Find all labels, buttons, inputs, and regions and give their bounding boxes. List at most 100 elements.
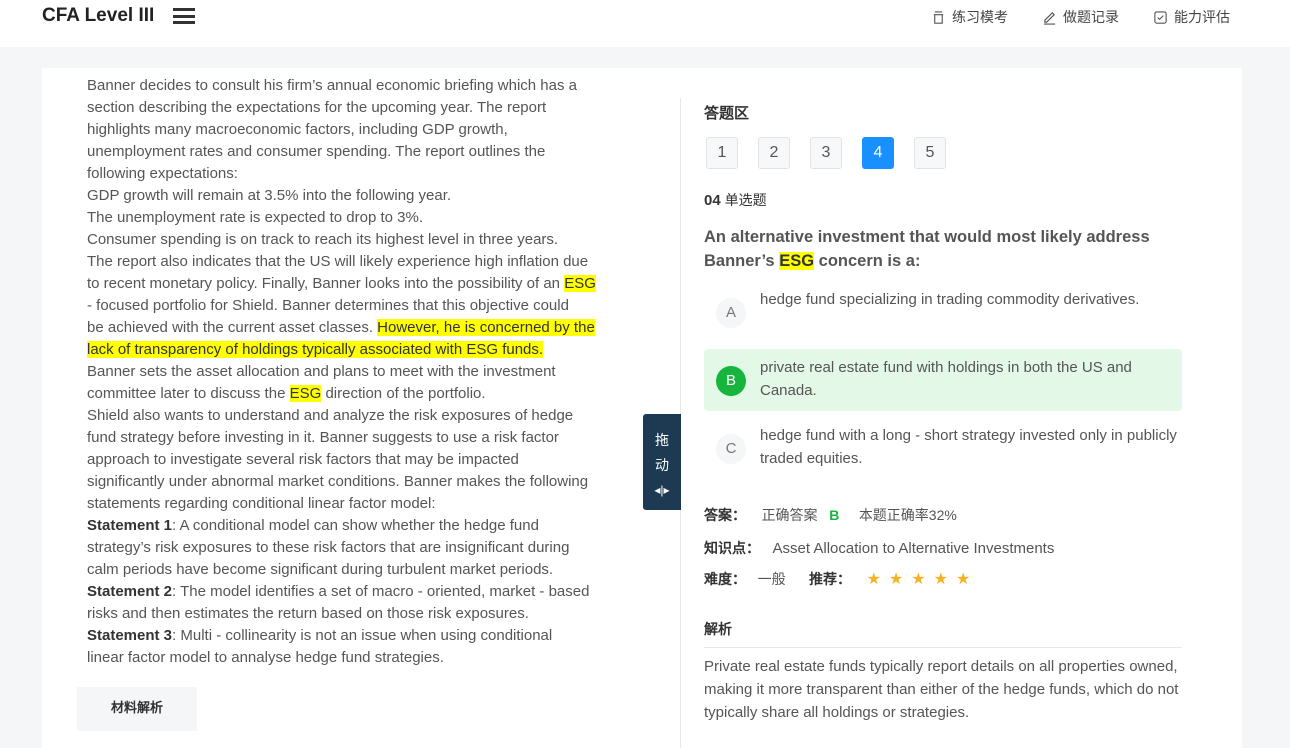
difficulty-label: 难度： bbox=[704, 571, 746, 587]
passage-line: statements regarding conditional linear … bbox=[87, 493, 642, 515]
question-number-button[interactable]: 5 bbox=[914, 137, 946, 169]
answer-section-title: 答题区 bbox=[704, 105, 750, 122]
option-text: private real estate fund with holdings i… bbox=[760, 359, 1132, 399]
highlight: However, he is concerned by the bbox=[377, 319, 595, 336]
nav-practice-exam[interactable]: 练习模考 bbox=[931, 7, 1008, 27]
difficulty-row: 难度： 一般 推荐： ★ ★ ★ ★ ★ bbox=[704, 569, 978, 589]
star-icon: ★ bbox=[955, 571, 971, 588]
nav-records[interactable]: 做题记录 bbox=[1042, 7, 1119, 27]
passage-line: The unemployment rate is expected to dro… bbox=[87, 207, 642, 229]
analysis-text: Private real estate funds typically repo… bbox=[704, 658, 1179, 721]
star-icon: ★ bbox=[866, 571, 881, 588]
passage-segment: following expectations: bbox=[87, 165, 238, 182]
option-c[interactable]: Chedge fund with a long - short strategy… bbox=[704, 417, 1182, 479]
passage-line: highlights many macroeconomic factors, i… bbox=[87, 119, 642, 141]
passage-line: approach to investigate several risk fac… bbox=[87, 449, 642, 471]
highlight: ESG bbox=[289, 385, 322, 402]
passage-line: fund strategy before investing in it. Ba… bbox=[87, 427, 642, 449]
passage-line: Banner decides to consult his firm’s ann… bbox=[87, 75, 642, 97]
passage-segment: committee later to discuss the bbox=[87, 385, 290, 402]
pencil-icon bbox=[1043, 11, 1056, 25]
passage-segment: unemployment rates and consumer spending… bbox=[87, 143, 546, 160]
passage-segment: be achieved with the current asset class… bbox=[87, 319, 378, 336]
passage-line: following expectations: bbox=[87, 163, 642, 185]
material-analysis-button[interactable]: 材料解析 bbox=[77, 687, 197, 731]
passage-line: risks and then estimates the return base… bbox=[87, 603, 642, 625]
nav-label: 练习模考 bbox=[952, 9, 1008, 25]
passage-segment: The unemployment rate is expected to dro… bbox=[87, 209, 424, 226]
option-text: hedge fund with a long - short strategy … bbox=[760, 427, 1177, 467]
passage-segment: : Multi - collinearity is not an issue w… bbox=[172, 627, 553, 644]
nav-assessment[interactable]: 能力评估 bbox=[1153, 7, 1230, 27]
cup-icon bbox=[933, 10, 944, 24]
question-highlight: ESG bbox=[779, 252, 815, 270]
option-a[interactable]: Ahedge fund specializing in trading comm… bbox=[704, 281, 1182, 343]
answer-row: 答案： 正确答案 B 本题正确率32% bbox=[704, 505, 957, 525]
passage-text: Banner decides to consult his firm’s ann… bbox=[87, 75, 642, 669]
question-number-button[interactable]: 3 bbox=[810, 137, 842, 169]
passage-line: GDP growth will remain at 3.5% into the … bbox=[87, 185, 642, 207]
passage-segment: statements regarding conditional linear … bbox=[87, 495, 436, 512]
resize-arrows-icon: ◂|▸ bbox=[654, 483, 670, 497]
app-title: CFA Level III bbox=[42, 5, 155, 26]
recommend-stars: ★ ★ ★ ★ ★ bbox=[866, 571, 979, 588]
question-number-button[interactable]: 4 bbox=[862, 137, 894, 169]
nav-label: 能力评估 bbox=[1174, 9, 1230, 25]
question-part: An alternative investment that would mos… bbox=[704, 228, 1150, 270]
knowledge-label: 知识点： bbox=[704, 540, 760, 556]
passage-segment: Consumer spending is on track to reach i… bbox=[87, 231, 559, 248]
answer-label: 答案： bbox=[704, 507, 746, 523]
passage-segment: : The model identifies a set of macro - … bbox=[172, 583, 590, 600]
analysis-title: 解析 bbox=[704, 619, 1182, 648]
drag-label: 拖 bbox=[655, 432, 669, 448]
passage-segment: fund strategy before investing in it. Ba… bbox=[87, 429, 559, 446]
passage-line: calm periods have become significant dur… bbox=[87, 559, 642, 581]
passage-line: Consumer spending is on track to reach i… bbox=[87, 229, 642, 251]
passage-line: Statement 1: A conditional model can sho… bbox=[87, 515, 642, 537]
passage-segment: Banner sets the asset allocation and pla… bbox=[87, 363, 556, 380]
option-text: hedge fund specializing in trading commo… bbox=[760, 291, 1140, 308]
passage-line: - focused portfolio for Shield. Banner d… bbox=[87, 295, 642, 317]
hamburger-menu-icon[interactable] bbox=[173, 8, 195, 24]
nav-label: 做题记录 bbox=[1063, 9, 1119, 25]
passage-segment: approach to investigate several risk fac… bbox=[87, 451, 519, 468]
passage-line: The report also indicates that the US wi… bbox=[87, 251, 642, 273]
passage-line: significantly under abnormal market cond… bbox=[87, 471, 642, 493]
star-icon: ★ bbox=[933, 571, 948, 588]
top-bar: CFA Level III 练习模考 做题记录 能力评估 bbox=[0, 0, 1290, 47]
passage-line: committee later to discuss the ESG direc… bbox=[87, 383, 642, 405]
difficulty-value: 一般 bbox=[757, 571, 786, 587]
passage-segment: section describing the expectations for … bbox=[87, 99, 547, 116]
question-type: 04 单选题 bbox=[704, 190, 767, 210]
star-icon: ★ bbox=[888, 571, 904, 588]
correct-answer: B bbox=[829, 507, 840, 523]
question-number-button[interactable]: 1 bbox=[706, 137, 738, 169]
passage-segment: : A conditional model can show whether t… bbox=[172, 517, 539, 534]
passage-segment: - focused portfolio for Shield. Banner d… bbox=[87, 297, 569, 314]
recommend-label: 推荐： bbox=[809, 571, 852, 587]
passage-line: Statement 2: The model identifies a set … bbox=[87, 581, 642, 603]
passage-line: Banner sets the asset allocation and pla… bbox=[87, 361, 642, 383]
passage-segment: highlights many macroeconomic factors, i… bbox=[87, 121, 508, 138]
passage-line: be achieved with the current asset class… bbox=[87, 317, 642, 339]
option-b[interactable]: Bprivate real estate fund with holdings … bbox=[704, 349, 1182, 411]
passage-line: unemployment rates and consumer spending… bbox=[87, 141, 642, 163]
passage-line: strategy’s risk exposures to these risk … bbox=[87, 537, 642, 559]
question-part: concern is a: bbox=[814, 252, 921, 270]
passage-segment: significantly under abnormal market cond… bbox=[87, 473, 589, 490]
correct-answer-label: 正确答案 bbox=[761, 507, 818, 523]
passage-segment: linear factor model to annalyse hedge fu… bbox=[87, 649, 444, 666]
star-icon: ★ bbox=[911, 571, 926, 588]
question-number-button[interactable]: 2 bbox=[758, 137, 790, 169]
drag-handle[interactable]: 拖 动 ◂|▸ bbox=[643, 414, 681, 510]
statement-label: Statement 3 bbox=[87, 627, 173, 644]
passage-line: to recent monetary policy. Finally, Bann… bbox=[87, 273, 642, 295]
passage-segment: GDP growth will remain at 3.5% into the … bbox=[87, 187, 452, 204]
passage-line: Shield also wants to understand and anal… bbox=[87, 405, 642, 427]
passage-segment: Banner decides to consult his firm’s ann… bbox=[87, 77, 577, 94]
passage-line: Statement 3: Multi - collinearity is not… bbox=[87, 625, 642, 647]
highlight: ESG bbox=[564, 275, 596, 292]
passage-segment: strategy’s risk exposures to these risk … bbox=[87, 539, 570, 556]
passage-segment: direction of the portfolio. bbox=[321, 385, 486, 402]
question-type-label: 单选题 bbox=[724, 192, 767, 208]
